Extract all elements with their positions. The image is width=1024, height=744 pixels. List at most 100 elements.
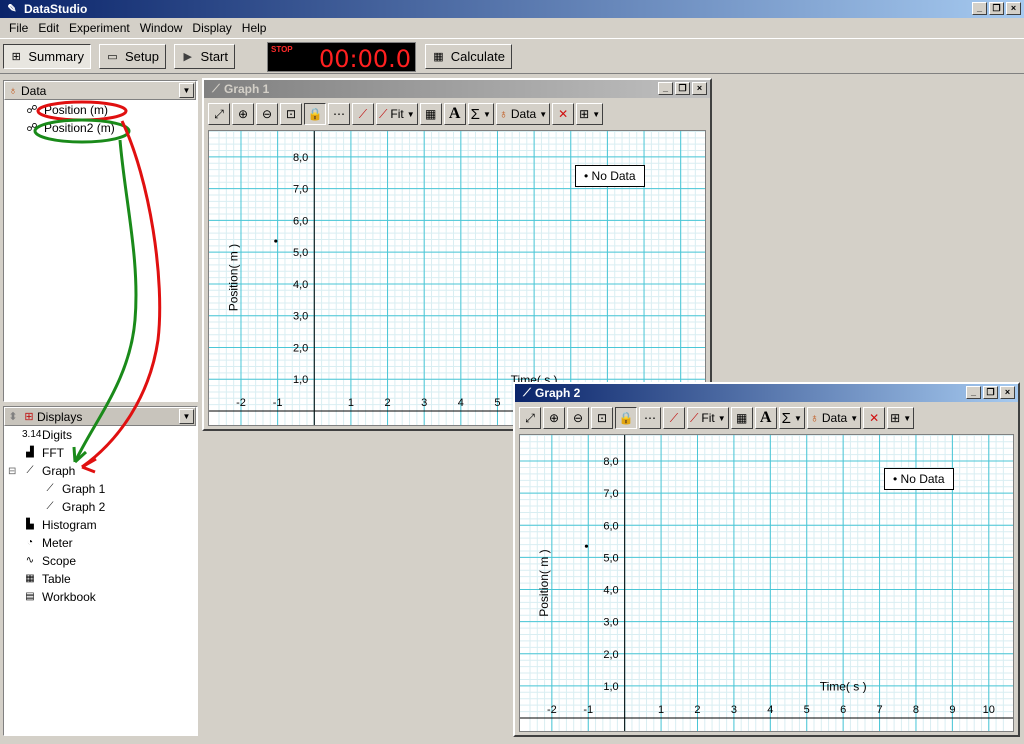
- text-tool-button[interactable]: A: [443, 103, 466, 125]
- display-item-digits[interactable]: 3.14 Digits: [22, 428, 72, 442]
- zoom-out-button[interactable]: ⊖: [567, 407, 589, 429]
- display-item-graph-1[interactable]: ⟋ Graph 1: [42, 482, 106, 496]
- x-tick-label: 1: [348, 397, 354, 409]
- menu-window[interactable]: Window: [135, 21, 188, 35]
- graph2-legend[interactable]: • No Data: [884, 468, 954, 490]
- smart-tool-button[interactable]: ⋯: [328, 103, 350, 125]
- display-item-fft[interactable]: ▟ FFT: [22, 446, 64, 460]
- y-tick-label: 5,0: [603, 552, 618, 564]
- zoom-select-button[interactable]: ⊡: [591, 407, 613, 429]
- x-tick-label: 6: [840, 704, 846, 716]
- collapse-icon[interactable]: ⊟: [8, 466, 16, 477]
- graph1-close-button[interactable]: ×: [692, 82, 707, 95]
- zoom-in-button[interactable]: ⊕: [232, 103, 254, 125]
- graph2-close-button[interactable]: ×: [1000, 386, 1015, 399]
- statistics-button[interactable]: Σ ▼: [778, 407, 805, 429]
- fit-button[interactable]: ⟋ Fit ▼: [687, 407, 729, 429]
- graph2-maximize-button[interactable]: ❐: [983, 386, 998, 399]
- slope-tool-button[interactable]: ⟋: [663, 407, 685, 429]
- statistics-button[interactable]: Σ ▼: [467, 103, 494, 125]
- restore-button[interactable]: ❐: [989, 2, 1004, 15]
- minimize-button[interactable]: _: [972, 2, 987, 15]
- calculate-button[interactable]: ▦ Calculate: [425, 44, 512, 69]
- graph2-plot[interactable]: -2 -1 1 2 3 4 5 6 7 8 9 10 1,0 2,0 3,0 4,0 5,0 6,0 7,0 8,0 T…: [519, 434, 1014, 732]
- data-item-position[interactable]: ☍ Position (m): [24, 103, 108, 117]
- calculator-button[interactable]: ▦: [730, 407, 753, 429]
- menu-help[interactable]: Help: [237, 21, 272, 35]
- setup-button[interactable]: ▭ Setup: [99, 44, 166, 69]
- displays-panel-header[interactable]: ⬍ ⊞ Displays ▼: [4, 407, 196, 426]
- text-tool-button[interactable]: A: [754, 407, 777, 429]
- display-item-graph-2[interactable]: ⟋ Graph 2: [42, 500, 106, 514]
- zoom-out-button[interactable]: ⊖: [256, 103, 278, 125]
- display-item-label: Workbook: [42, 590, 96, 604]
- graph2-minimize-button[interactable]: _: [966, 386, 981, 399]
- display-item-histogram[interactable]: ▙ Histogram: [22, 518, 97, 532]
- fit-icon: ⟋: [379, 106, 388, 121]
- app-title: DataStudio: [24, 2, 88, 16]
- calculator-button[interactable]: ▦: [419, 103, 442, 125]
- chevron-down-icon[interactable]: ▼: [407, 110, 415, 119]
- chevron-down-icon[interactable]: ▼: [718, 414, 726, 423]
- display-item-scope[interactable]: ∿ Scope: [22, 554, 76, 568]
- chevron-down-icon[interactable]: ▼: [592, 110, 600, 119]
- zoom-in-button[interactable]: ⊕: [543, 407, 565, 429]
- menu-display[interactable]: Display: [187, 21, 236, 35]
- chevron-down-icon[interactable]: ▼: [179, 409, 194, 424]
- display-item-meter[interactable]: ◔ Meter: [22, 536, 73, 550]
- menu-file[interactable]: File: [4, 21, 33, 35]
- menu-experiment[interactable]: Experiment: [64, 21, 135, 35]
- data-drop-button[interactable]: ♁ Data ▼: [495, 103, 551, 125]
- delete-icon: ✕: [869, 411, 880, 425]
- delete-button[interactable]: ✕: [552, 103, 575, 125]
- chevron-down-icon[interactable]: ▼: [179, 83, 194, 98]
- sensor-icon: ☍: [26, 122, 38, 134]
- graph1-minimize-button[interactable]: _: [658, 82, 673, 95]
- y-tick-label: 6,0: [603, 520, 618, 532]
- chevron-down-icon[interactable]: ▼: [903, 414, 911, 423]
- graph1-legend[interactable]: • No Data: [575, 165, 645, 187]
- smart-tool-button[interactable]: ⋯: [639, 407, 661, 429]
- y-tick-label: 8,0: [293, 152, 308, 164]
- chevron-down-icon[interactable]: ▼: [483, 110, 491, 119]
- x-tick-label: 5: [804, 704, 810, 716]
- summary-button[interactable]: ⊞ Summary: [3, 44, 91, 69]
- zoom-out-icon: ⊖: [261, 107, 273, 121]
- chevron-down-icon[interactable]: ▼: [539, 110, 547, 119]
- chevron-down-icon[interactable]: ▼: [794, 414, 802, 423]
- data-item-position2[interactable]: ☍ Position2 (m): [24, 121, 114, 135]
- data-panel-header[interactable]: ♁ Data ▼: [4, 81, 196, 100]
- workbook-icon: ▤: [25, 591, 35, 602]
- graph1-titlebar[interactable]: ⟋ Graph 1 _ ❐ ×: [204, 80, 710, 98]
- display-item-workbook[interactable]: ▤ Workbook: [22, 590, 96, 604]
- table-icon: ▦: [25, 573, 35, 584]
- menu-edit[interactable]: Edit: [33, 21, 64, 35]
- graph1-maximize-button[interactable]: ❐: [675, 82, 690, 95]
- lock-button[interactable]: 🔒: [304, 103, 326, 125]
- scale-to-fit-button[interactable]: ⤢: [208, 103, 230, 125]
- zoom-out-icon: ⊖: [572, 411, 584, 425]
- start-button[interactable]: ▶ Start: [174, 44, 235, 69]
- scale-to-fit-button[interactable]: ⤢: [519, 407, 541, 429]
- display-item-graph[interactable]: ⊟ ⟋ Graph: [8, 464, 75, 478]
- delete-button[interactable]: ✕: [863, 407, 886, 429]
- statistics-label: Σ: [781, 409, 791, 427]
- splitter-icon: ⬍: [8, 410, 18, 423]
- slope-tool-button[interactable]: ⟋: [352, 103, 374, 125]
- setup-icon: ▭: [107, 50, 118, 63]
- settings-button[interactable]: ⊞ ▼: [576, 103, 604, 125]
- fit-button[interactable]: ⟋ Fit ▼: [376, 103, 418, 125]
- lock-button[interactable]: 🔒: [615, 407, 637, 429]
- zoom-select-button[interactable]: ⊡: [280, 103, 302, 125]
- graph2-titlebar[interactable]: ⟋ Graph 2 _ ❐ ×: [515, 384, 1018, 402]
- data-drop-label: Data: [510, 107, 537, 121]
- settings-button[interactable]: ⊞ ▼: [887, 407, 915, 429]
- display-item-table[interactable]: ▦ Table: [22, 572, 70, 586]
- graph1-toolbar: ⤢ ⊕ ⊖ ⊡ 🔒 ⋯ ⟋ ⟋ Fit ▼ ▦ A Σ ▼ ♁ Data ▼ ✕ ⊞ ▼: [208, 101, 604, 127]
- chevron-down-icon[interactable]: ▼: [850, 414, 858, 423]
- y-tick-label: 2,0: [293, 342, 308, 354]
- graph-icon: ⟋: [46, 483, 54, 494]
- close-button[interactable]: ×: [1006, 2, 1021, 15]
- data-drop-button[interactable]: ♁ Data ▼: [806, 407, 862, 429]
- slope-tool-icon: ⟋: [669, 410, 679, 425]
